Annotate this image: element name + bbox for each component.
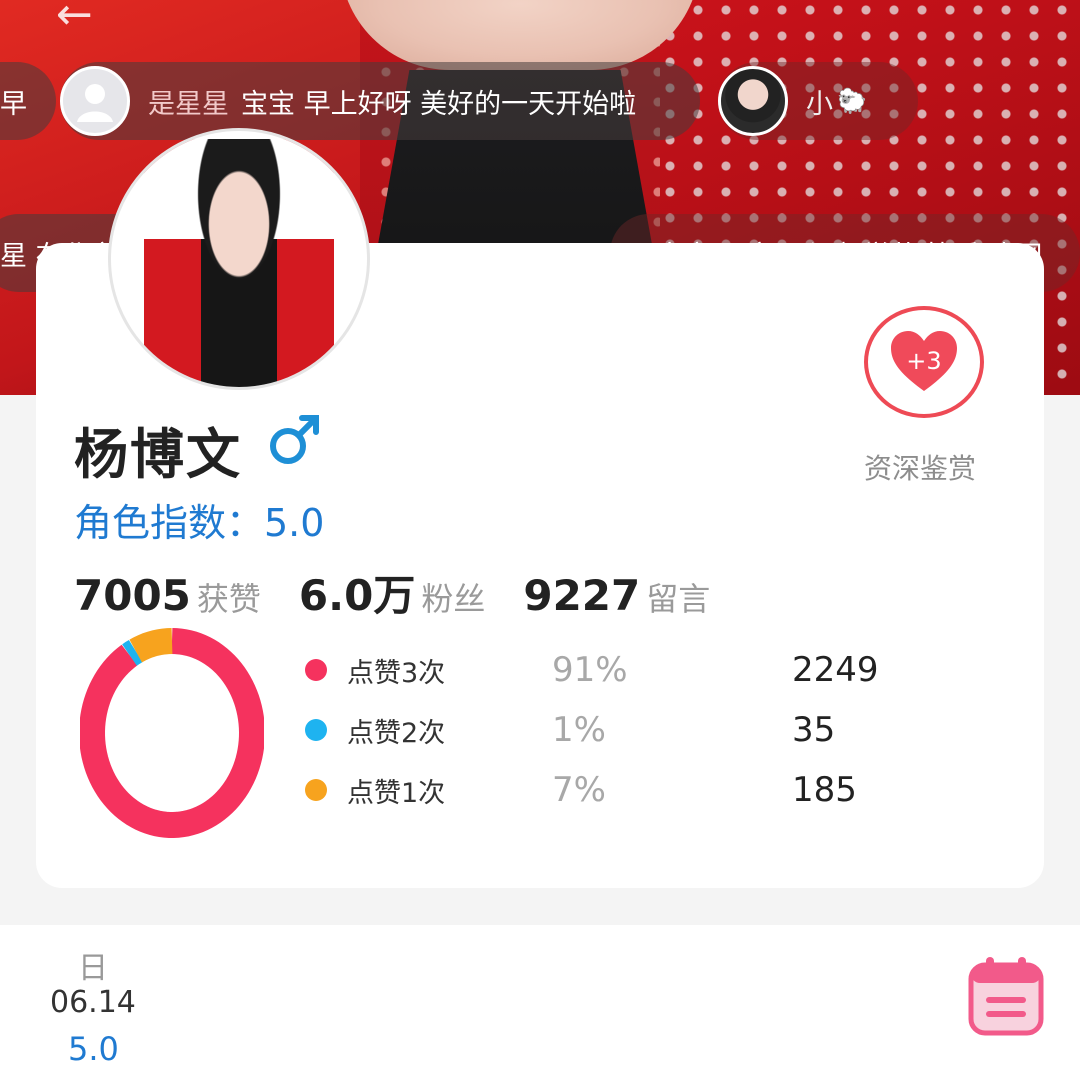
danmaku-user: 是星星	[148, 88, 229, 120]
legend-count: 2249	[792, 650, 879, 690]
role-index: 角色指数：5.0	[74, 501, 325, 545]
reward-label: 资深鉴赏	[864, 452, 977, 485]
likes-label: 获赞	[196, 580, 261, 618]
donut-slice-1	[80, 628, 264, 838]
profile-avatar[interactable]	[108, 128, 370, 390]
profile-name: 杨博文	[74, 423, 242, 486]
date-label[interactable]: 06.14	[50, 985, 136, 1020]
legend-percent: 91%	[552, 650, 628, 690]
donut-slice-3	[129, 628, 173, 663]
legend-count: 185	[792, 770, 857, 810]
comments-label: 留言	[646, 580, 711, 618]
danmaku-text: 宝宝 早上好呀 美好的一天开始啦	[241, 88, 637, 120]
reward-badge: +3	[906, 347, 941, 375]
legend-dot	[305, 719, 327, 741]
legend-row: 点赞3次 91% 2249	[305, 645, 905, 695]
donut-slice-2	[122, 639, 143, 666]
heart-icon: +3	[891, 331, 957, 391]
fans-count: 6.0万	[298, 571, 416, 620]
legend-label: 点赞3次	[347, 657, 446, 689]
danmaku-text: 早	[0, 88, 27, 120]
legend-percent: 1%	[552, 710, 606, 750]
danmaku-user: 小	[806, 88, 833, 120]
male-gender-icon	[270, 415, 319, 464]
avatar	[144, 139, 334, 387]
likes-count: 7005	[74, 571, 191, 620]
danmaku-bubble: 小 🐑	[718, 62, 918, 140]
bottom-date-bar	[0, 925, 1080, 1080]
legend-count: 35	[792, 710, 836, 750]
legend-dot	[305, 779, 327, 801]
calendar-icon[interactable]	[968, 955, 1044, 1037]
fans-label: 粉丝	[421, 580, 486, 618]
legend-row: 点赞1次 7% 185	[305, 765, 905, 815]
sheep-emoji-icon: 🐑	[837, 87, 867, 115]
avatar-placeholder-icon	[60, 66, 130, 136]
legend-label: 点赞2次	[347, 717, 446, 749]
likes-donut-chart	[80, 628, 264, 838]
avatar	[718, 66, 788, 136]
hero-face	[340, 0, 700, 70]
legend-label: 点赞1次	[347, 777, 446, 809]
legend-percent: 7%	[552, 770, 606, 810]
reward-button[interactable]: +3	[864, 306, 984, 418]
stats-row: 7005 获赞 6.0万 粉丝 9227 留言	[74, 562, 710, 623]
date-score: 5.0	[68, 1030, 119, 1068]
danmaku-bubble: 是星星 宝宝 早上好呀 美好的一天开始啦	[60, 62, 700, 140]
comments-count: 9227	[523, 571, 641, 620]
legend-dot	[305, 659, 327, 681]
legend-row: 点赞2次 1% 35	[305, 705, 905, 755]
weekday-label[interactable]: 日	[78, 943, 108, 987]
back-arrow-icon[interactable]: ←	[56, 0, 93, 37]
